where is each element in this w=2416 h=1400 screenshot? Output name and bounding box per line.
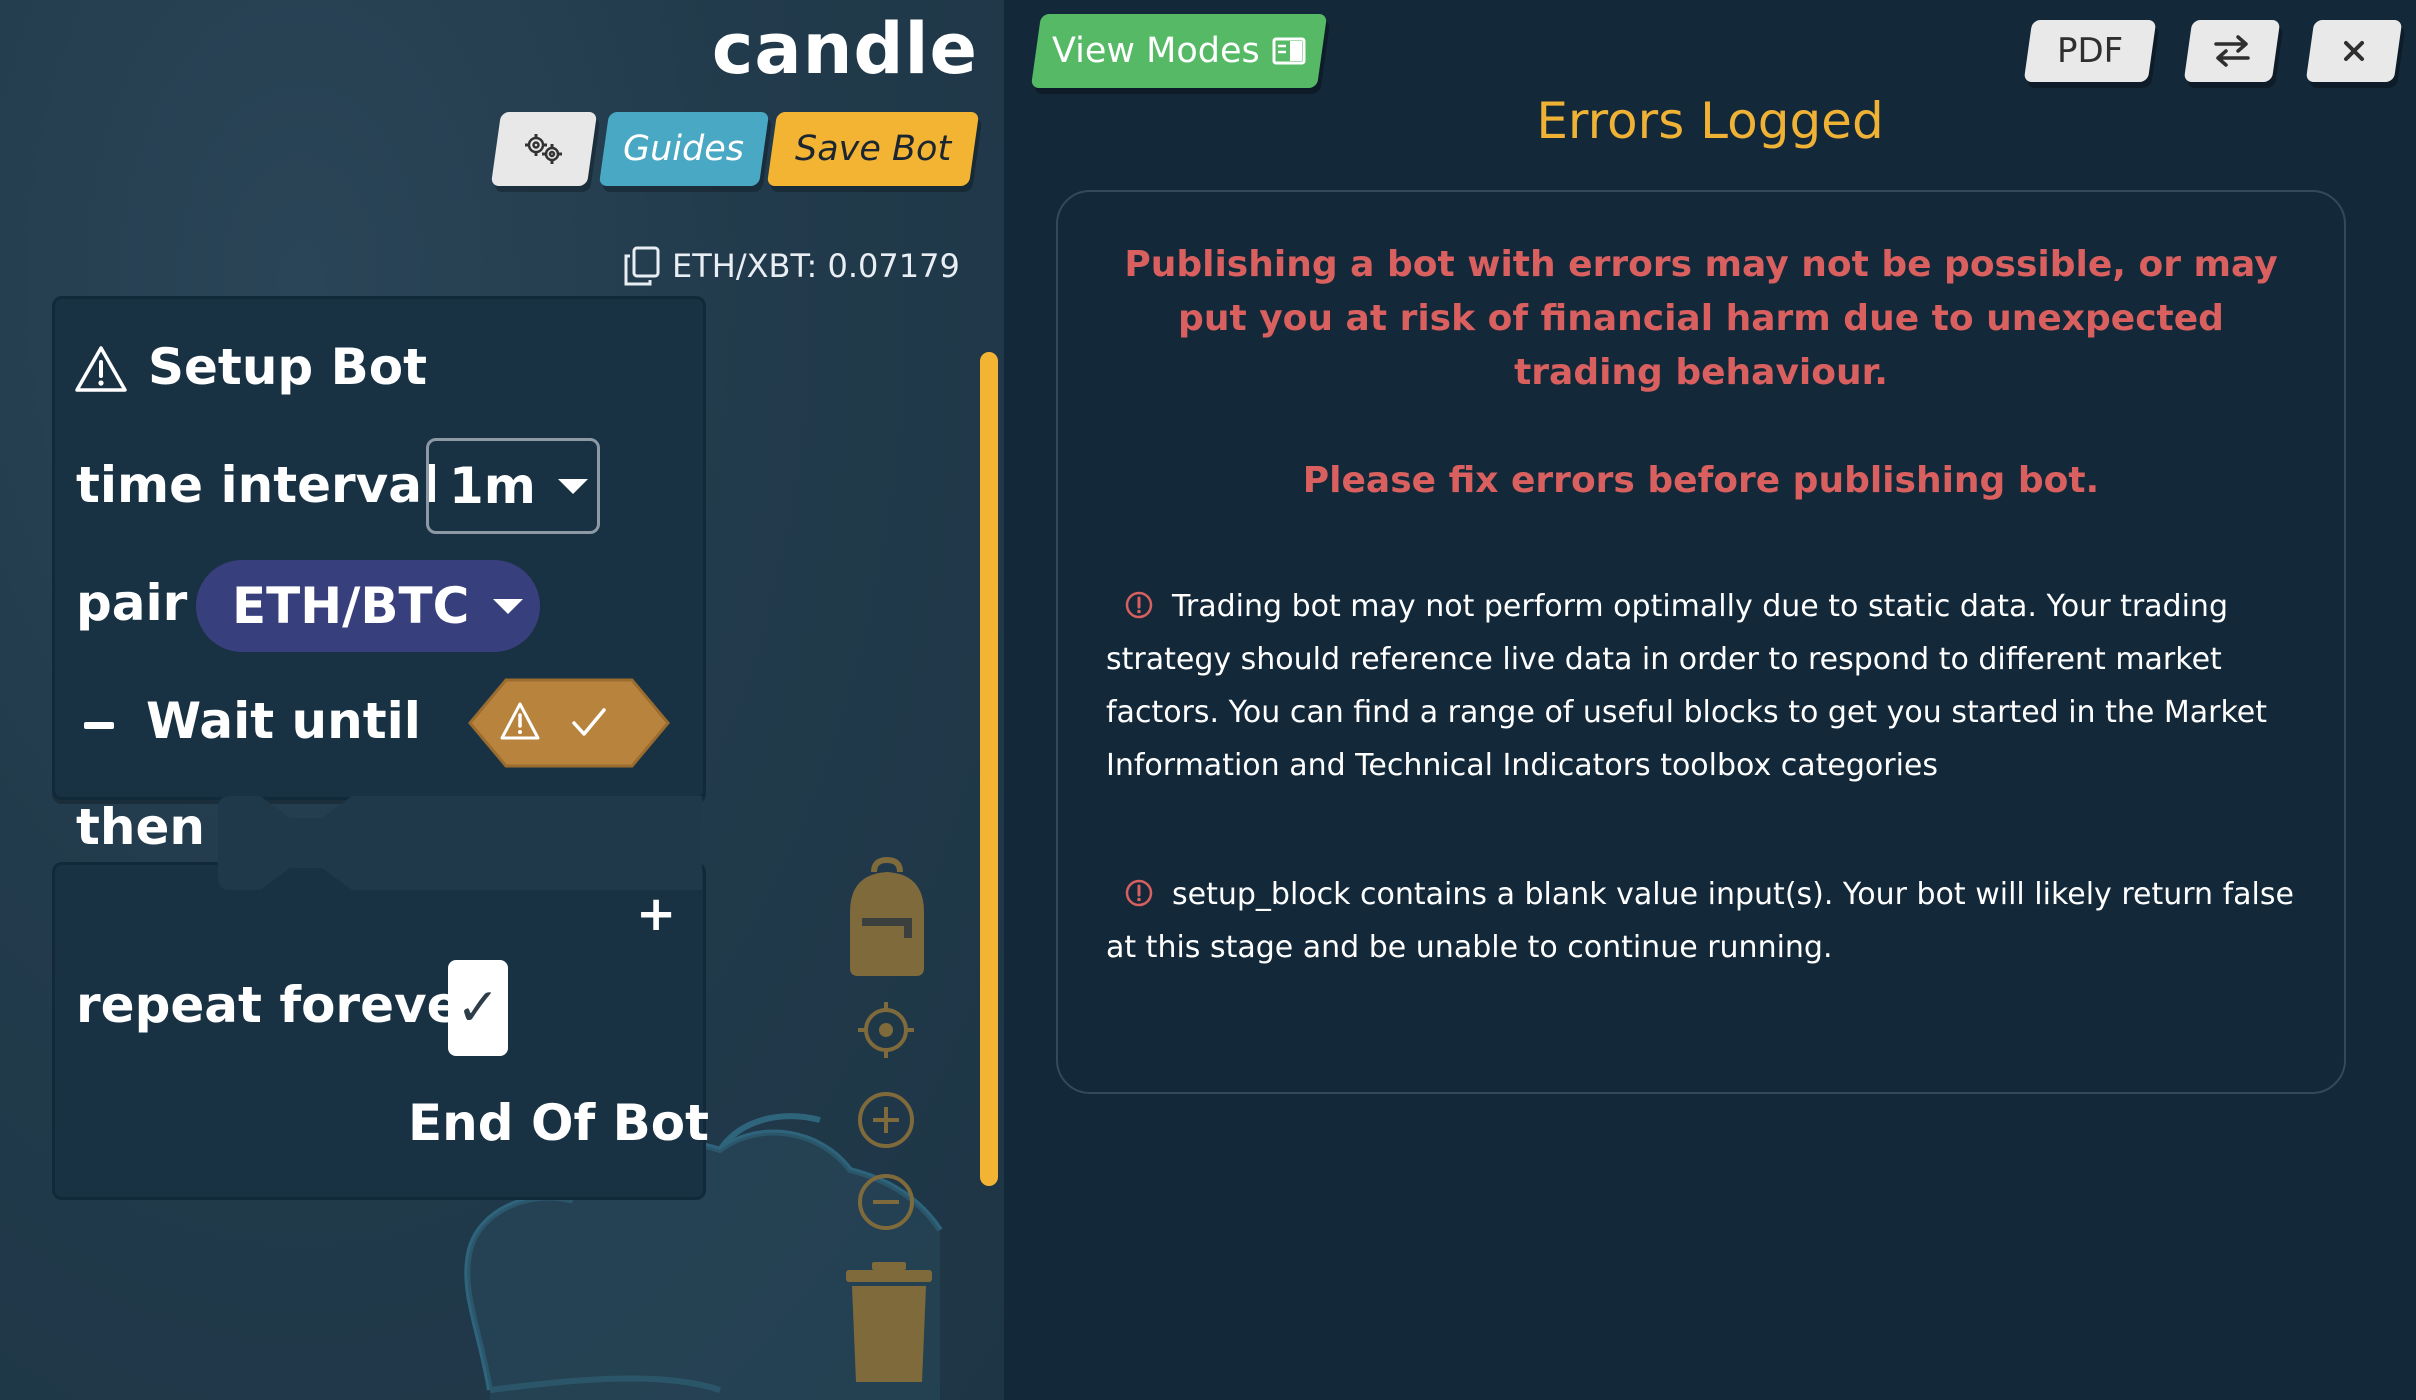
empty-condition-slot[interactable] xyxy=(466,676,672,770)
zoom-out-icon[interactable] xyxy=(856,1172,916,1232)
error-item-text: Trading bot may not perform optimally du… xyxy=(1106,589,2268,783)
recenter-target-icon[interactable] xyxy=(856,1000,916,1060)
time-interval-label: time interval xyxy=(76,456,440,514)
error-circle-icon xyxy=(1125,591,1153,618)
workspace[interactable]: candle Guides Save Bot ETH/XBT: 0.07179 … xyxy=(0,0,1004,1400)
pair-dropdown[interactable]: ETH/BTC xyxy=(196,560,540,652)
pair-label: pair xyxy=(76,574,188,632)
setup-bot-title: Setup Bot xyxy=(148,338,427,396)
end-of-bot-label: End Of Bot xyxy=(408,1094,709,1152)
pdf-label: PDF xyxy=(2056,31,2124,71)
close-button[interactable] xyxy=(2305,20,2403,82)
book-icon xyxy=(1272,37,1306,65)
error-item-text: setup_block contains a blank value input… xyxy=(1106,877,2294,965)
caret-down-icon xyxy=(493,598,524,614)
backpack-icon[interactable] xyxy=(846,856,928,980)
swap-panels-button[interactable] xyxy=(2183,20,2281,82)
error-item: setup_block contains a blank value input… xyxy=(1106,868,2296,974)
repeat-forever-label: repeat forever xyxy=(76,976,486,1034)
save-bot-label: Save Bot xyxy=(794,129,952,169)
empty-statement-slot[interactable] xyxy=(218,796,702,890)
view-modes-button[interactable]: View Modes xyxy=(1030,14,1328,88)
collapse-minus-icon[interactable] xyxy=(84,722,114,729)
guides-button[interactable]: Guides xyxy=(598,112,770,186)
wait-until-label: Wait until xyxy=(146,692,421,750)
save-bot-button[interactable]: Save Bot xyxy=(766,112,980,186)
price-ticker[interactable]: ETH/XBT: 0.07179 xyxy=(620,244,960,288)
error-item: Trading bot may not perform optimally du… xyxy=(1106,580,2296,792)
time-interval-dropdown[interactable]: 1m xyxy=(426,438,600,534)
then-label: then xyxy=(76,798,206,856)
pair-value: ETH/BTC xyxy=(232,577,470,635)
guides-label: Guides xyxy=(623,129,745,169)
caret-down-icon xyxy=(557,478,588,494)
repeat-forever-checkbox[interactable]: ✓ xyxy=(448,960,508,1056)
price-label: ETH/XBT: 0.07179 xyxy=(672,247,960,285)
error-circle-icon xyxy=(1125,879,1153,906)
trash-icon[interactable] xyxy=(844,1262,934,1382)
workspace-scrollbar[interactable] xyxy=(980,352,998,1186)
errors-fix-text: Please fix errors before publishing bot. xyxy=(1302,460,2100,501)
warning-triangle-icon[interactable] xyxy=(74,344,128,394)
gears-icon xyxy=(525,134,562,164)
errors-warning-text: Publishing a bot with errors may not be … xyxy=(1124,244,2278,393)
bot-name-title: candle xyxy=(711,8,978,90)
time-interval-value: 1m xyxy=(449,457,536,515)
close-icon xyxy=(2344,41,2364,61)
add-plus-icon[interactable]: + xyxy=(636,886,676,942)
copy-icon[interactable] xyxy=(620,244,664,288)
view-modes-label: View Modes xyxy=(1052,31,1260,71)
pdf-button[interactable]: PDF xyxy=(2023,20,2157,82)
errors-logged-title: Errors Logged xyxy=(1536,92,1884,150)
zoom-in-icon[interactable] xyxy=(856,1090,916,1150)
swap-arrows-icon xyxy=(2214,35,2250,67)
settings-button[interactable] xyxy=(490,112,598,186)
